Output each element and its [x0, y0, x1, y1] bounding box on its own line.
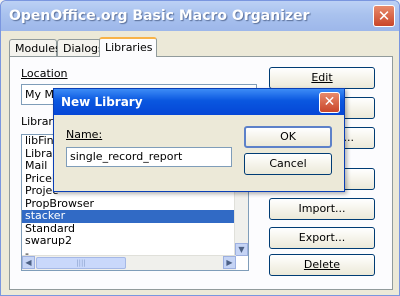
edit-button[interactable]: Edit — [269, 67, 375, 89]
delete-button[interactable]: Delete — [269, 254, 375, 276]
edit-button-label: Edit — [311, 71, 333, 84]
scroll-down-icon[interactable]: ▼ — [235, 243, 248, 256]
horizontal-scrollbar[interactable]: ◀ |||| ▶ — [22, 255, 236, 270]
macro-organizer-window: OpenOffice.org Basic Macro Organizer ✕ M… — [0, 0, 400, 296]
dialog-title: New Library — [61, 95, 143, 109]
scroll-thumb[interactable]: |||| — [36, 257, 126, 269]
name-label: Name: — [66, 128, 102, 141]
dialog-close-icon[interactable]: ✕ — [319, 92, 340, 113]
import-button[interactable]: Import... — [269, 198, 375, 220]
location-label: Location — [21, 67, 68, 80]
library-list-item[interactable]: stacker — [22, 209, 248, 223]
library-name-input[interactable]: single_record_report — [66, 147, 232, 167]
window-title: OpenOffice.org Basic Macro Organizer — [9, 8, 310, 24]
dialog-title-bar[interactable]: New Library ✕ — [54, 89, 344, 115]
delete-button-label: Delete — [303, 258, 341, 271]
library-list-item[interactable]: swarup2 — [22, 234, 248, 248]
title-bar[interactable]: OpenOffice.org Basic Macro Organizer ✕ — [1, 1, 399, 31]
new-library-dialog: New Library ✕ Name: single_record_report… — [53, 88, 345, 192]
tab-modules[interactable]: Modules — [9, 39, 61, 56]
name-label-text: Name: — [66, 128, 103, 141]
tab-dialogs[interactable]: Dialogs — [57, 39, 104, 56]
location-label-text: Location — [21, 67, 68, 80]
scroll-right-icon[interactable]: ▶ — [223, 256, 236, 269]
export-button[interactable]: Export... — [269, 227, 375, 249]
scroll-left-icon[interactable]: ◀ — [22, 256, 35, 269]
cancel-button[interactable]: Cancel — [244, 153, 332, 175]
ok-button[interactable]: OK — [244, 126, 332, 148]
close-icon[interactable]: ✕ — [373, 5, 395, 27]
tab-libraries[interactable]: Libraries — [99, 37, 157, 57]
